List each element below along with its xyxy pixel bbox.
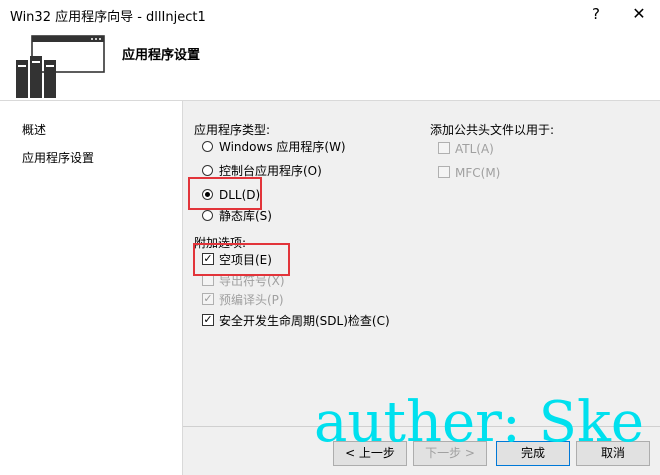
radio-label: Windows 应用程序(W) <box>219 140 346 154</box>
nav-item-overview[interactable]: 概述 <box>22 121 46 138</box>
nav-item-app-settings[interactable]: 应用程序设置 <box>22 149 94 166</box>
wizard-header: 应用程序设置 <box>0 30 660 101</box>
highlight-box-dll <box>188 177 262 210</box>
checkbox-label: 预编译头(P) <box>219 293 284 307</box>
checkbox-box: ✓ <box>202 313 214 326</box>
checkbox-box <box>438 166 450 178</box>
help-button[interactable]: ? <box>582 3 610 25</box>
close-button[interactable]: ✕ <box>625 3 653 25</box>
app-type-label: 应用程序类型: <box>194 123 271 137</box>
wizard-nav: 概述 应用程序设置 <box>0 101 182 475</box>
radio-circle <box>202 210 213 221</box>
page-title: 应用程序设置 <box>122 48 201 63</box>
highlight-box-empty-project <box>193 243 290 276</box>
title-bar: Win32 应用程序向导 - dllInject1 ? ✕ <box>0 0 660 30</box>
checkbox-label: MFC(M) <box>455 166 501 180</box>
checkbox-label: ATL(A) <box>455 142 494 156</box>
checkbox-label: 安全开发生命周期(SDL)检查(C) <box>219 314 390 328</box>
common-headers-label: 添加公共头文件以用于: <box>430 123 555 137</box>
radio-circle <box>202 141 213 152</box>
window-title: Win32 应用程序向导 - dllInject1 <box>10 10 206 25</box>
author-watermark: auther: Ske <box>314 390 645 455</box>
wizard-app-icon <box>16 35 105 98</box>
checkbox-box <box>438 142 450 154</box>
checkbox-box: ✓ <box>202 292 214 305</box>
radio-circle <box>202 165 213 176</box>
